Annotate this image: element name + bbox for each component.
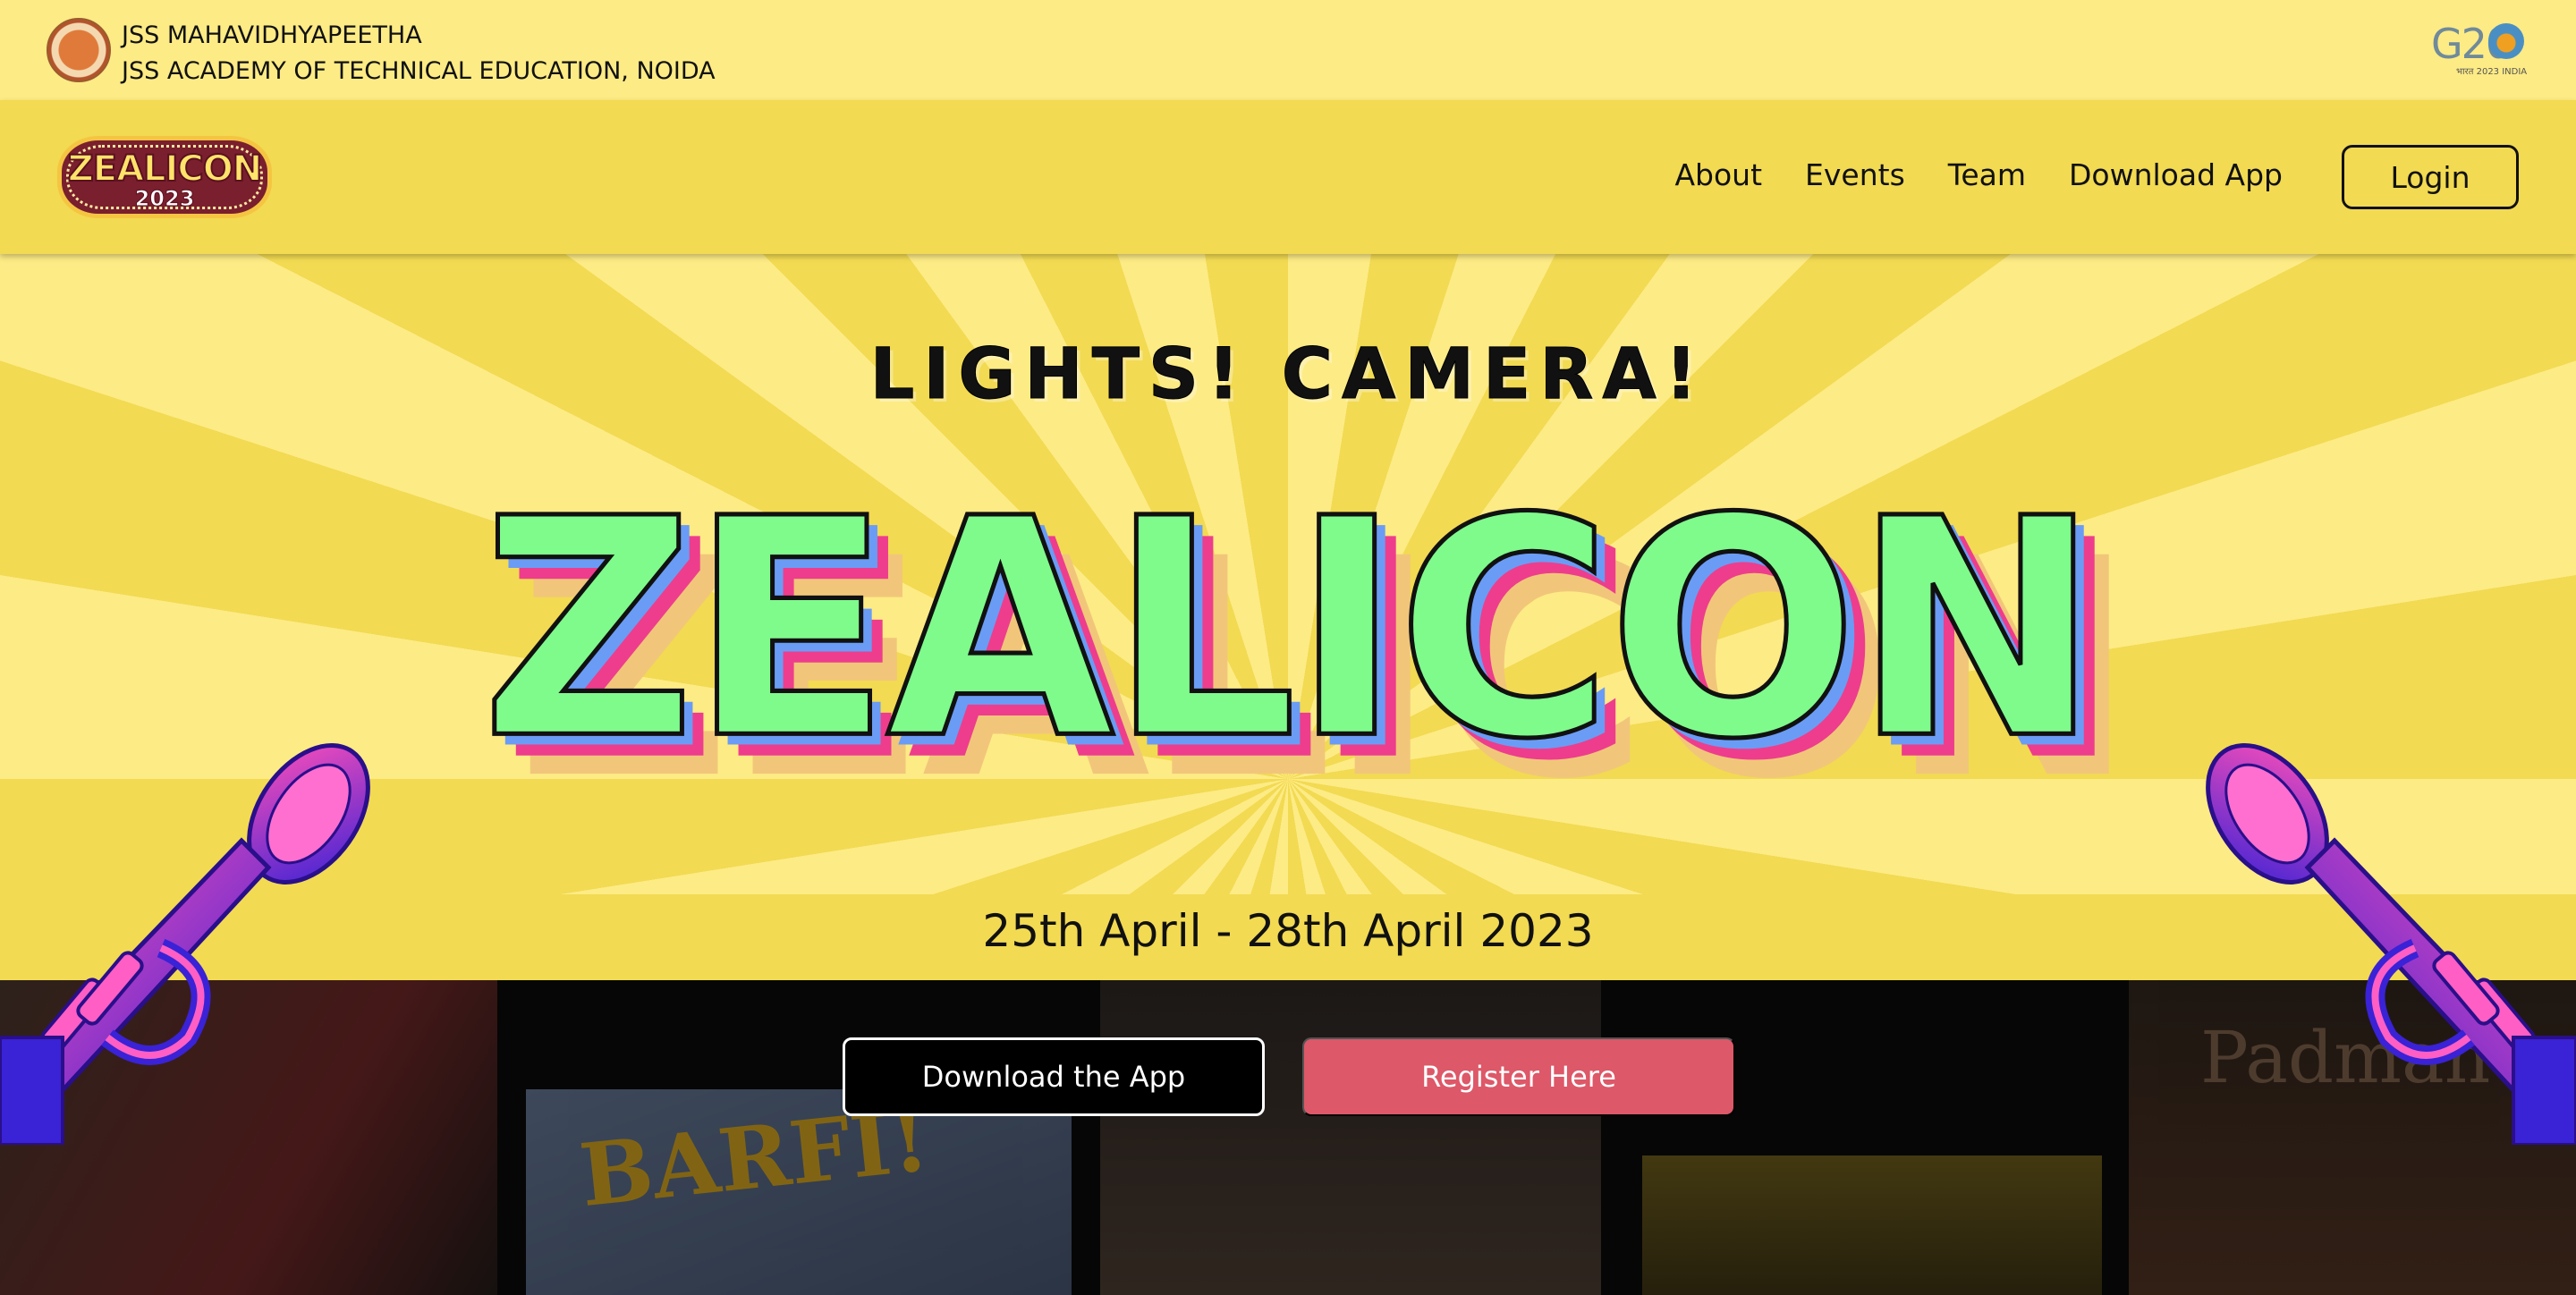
institute-emblem-icon — [47, 18, 111, 82]
nav-link-download-app[interactable]: Download App — [2069, 157, 2283, 192]
poster-barfi: BARFI! — [526, 1089, 1072, 1295]
institute-bar: JSS MAHAVIDHYAPEETHA JSS ACADEMY OF TECH… — [0, 0, 2576, 100]
trumpet-left-icon — [0, 743, 370, 1145]
nav-link-events[interactable]: Events — [1805, 157, 1905, 192]
login-button[interactable]: Login — [2342, 145, 2519, 209]
main-navbar: ZEALICON 2023 About Events Team Download… — [0, 100, 2576, 254]
nav-link-about[interactable]: About — [1674, 157, 1762, 192]
institute-name-line1: JSS MAHAVIDHYAPEETHA — [122, 21, 422, 49]
poster-dangal — [1100, 980, 1601, 1295]
g20-globe-icon — [2488, 23, 2524, 59]
hero-tagline: LIGHTS! CAMERA! — [869, 334, 1707, 416]
zealicon-logo-year: 2023 — [134, 186, 195, 212]
institute-name: JSS MAHAVIDHYAPEETHA JSS ACADEMY OF TECH… — [122, 18, 716, 89]
zealicon-logo[interactable]: ZEALICON 2023 — [57, 125, 272, 225]
g20-logo-subtext: भारत 2023 INDIA — [2456, 67, 2528, 77]
register-button[interactable]: Register Here — [1302, 1037, 1735, 1116]
download-app-button[interactable]: Download the App — [843, 1037, 1265, 1116]
g20-logo: G20 भारत 2023 INDIA — [2431, 20, 2529, 79]
zealicon-logo-word: ZEALICON — [67, 148, 264, 190]
trumpet-right-icon — [2206, 743, 2576, 1145]
institute-name-line2: JSS ACADEMY OF TECHNICAL EDUCATION, NOID… — [122, 57, 716, 85]
nav-links: About Events Team Download App — [1674, 157, 2283, 192]
nav-link-team[interactable]: Team — [1948, 157, 2026, 192]
poster-lagaan — [1642, 1155, 2102, 1295]
